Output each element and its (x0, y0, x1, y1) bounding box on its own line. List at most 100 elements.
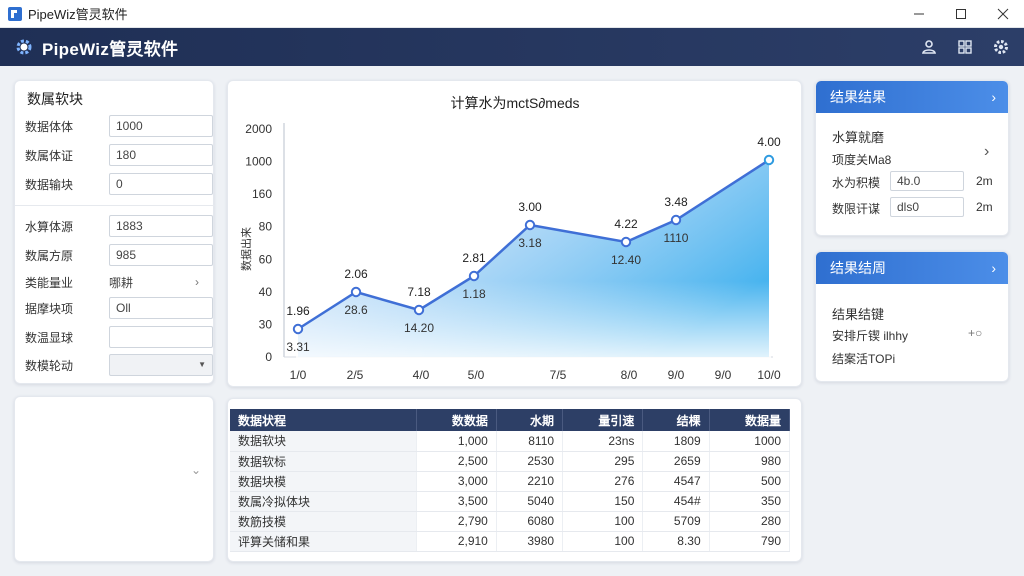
data-point[interactable] (620, 236, 632, 248)
result-line: 结案活TOPi (832, 352, 896, 366)
param-row-link[interactable]: 类能量业 哪耕 › (25, 271, 207, 293)
minimize-button[interactable] (898, 0, 940, 28)
data-label-upper: 4.22 (614, 217, 638, 231)
x-tick-label: 2/5 (347, 368, 364, 382)
table-row[interactable]: 数筋技模 2,790 6080 100 5709 280 (230, 511, 791, 532)
result-unit: 2m (976, 174, 993, 188)
table-cell: 2530 (496, 451, 564, 472)
data-label-upper: 2.81 (462, 251, 486, 265)
column-header[interactable]: 数数据 (416, 409, 497, 431)
gear-logo-icon (16, 39, 32, 55)
param-input[interactable]: 1883 (109, 215, 213, 237)
param-row: 数属体证 180 (25, 144, 213, 166)
table-cell: 100 (562, 531, 644, 552)
param-label: 数属方原 (25, 248, 74, 263)
param-value: 哪耕 (109, 275, 134, 290)
data-label-upper: 7.18 (407, 285, 431, 299)
param-input[interactable]: 1000 (109, 115, 213, 137)
table-cell: 数据软标 (230, 451, 417, 472)
column-header[interactable]: 数据量 (709, 409, 791, 431)
chart-ylabel: 数据出来 (239, 227, 253, 271)
table-cell: 4547 (642, 471, 710, 492)
table-cell: 295 (562, 451, 644, 472)
param-row: 数属方原 985 (25, 244, 213, 266)
result-field-label: 数限讦谋 (832, 202, 881, 216)
table-row[interactable]: 数据块模 3,000 2210 276 4547 500 (230, 471, 791, 492)
data-point[interactable] (468, 270, 480, 282)
data-label-lower: 28.6 (344, 303, 368, 317)
table-cell: 454# (642, 491, 710, 512)
table-row[interactable]: 评算关储和果 2,910 3980 100 8.30 790 (230, 531, 791, 552)
param-input[interactable] (109, 326, 213, 348)
add-toggle-icon[interactable]: +○ (968, 326, 982, 340)
settings-button[interactable] (992, 38, 1010, 56)
param-label: 数模轮动 (25, 358, 74, 373)
param-input[interactable]: 180 (109, 144, 213, 166)
y-tick-label: 160 (252, 187, 272, 201)
table-cell: 数据块模 (230, 471, 417, 492)
param-row: 数据输块 0 (25, 173, 213, 195)
table-cell: 276 (562, 471, 644, 492)
close-button[interactable] (982, 0, 1024, 28)
user-button[interactable] (920, 38, 938, 56)
result-card-2-header[interactable]: 结果结周 › (816, 252, 1008, 284)
window-titlebar: PipeWiz管灵软件 (0, 0, 1024, 28)
grid-button[interactable] (956, 38, 974, 56)
column-header[interactable]: 量引速 (562, 409, 644, 431)
param-label: 据摩块项 (25, 301, 74, 316)
table-cell: 数据软块 (230, 431, 417, 452)
table-cell: 980 (709, 451, 791, 472)
data-label-upper: 3.00 (518, 200, 542, 214)
y-tick-label: 60 (259, 252, 273, 266)
param-row: 据摩块项 Oll (25, 297, 213, 319)
result-field-label: 水为积模 (832, 176, 881, 190)
table-row[interactable]: 数据软标 2,500 2530 295 2659 980 (230, 451, 791, 472)
data-point[interactable] (524, 219, 536, 231)
parameters-panel: 数属软块 数据体体 1000 数属体证 180 数据输块 0 水算体源 1883… (14, 80, 215, 384)
table-cell: 3,000 (416, 471, 497, 492)
param-label: 数据体体 (25, 119, 74, 134)
data-point[interactable] (763, 154, 775, 166)
data-table: 数据状程 数数据 水期 量引速 结棵 数据量 数据软块 1,000 8110 2… (230, 409, 791, 552)
column-header[interactable]: 水期 (496, 409, 564, 431)
column-header[interactable]: 结棵 (642, 409, 710, 431)
data-point[interactable] (350, 286, 362, 298)
x-tick-label: 9/0 (668, 368, 685, 382)
result-card-1-header[interactable]: 结果结果 › (816, 81, 1008, 113)
data-point[interactable] (292, 323, 304, 335)
table-row[interactable]: 数据软块 1,000 8110 23ns 1809 1000 (230, 431, 791, 452)
table-cell: 数筋技模 (230, 511, 417, 532)
param-input[interactable]: 0 (109, 173, 213, 195)
grid-icon (958, 40, 972, 54)
param-label: 数温显球 (25, 330, 74, 345)
column-header[interactable]: 数据状程 (230, 409, 417, 431)
table-cell: 评算关储和果 (230, 531, 417, 552)
param-label: 数属体证 (25, 148, 74, 163)
param-label: 水算体源 (25, 219, 74, 234)
param-input[interactable]: 985 (109, 244, 213, 266)
result-line: 项度关Ma8 (832, 153, 892, 167)
data-label-upper: 2.06 (344, 267, 368, 281)
data-label-lower: 3.18 (518, 236, 542, 250)
param-select[interactable]: ▼ (109, 354, 213, 376)
result-card-2: 结果结周 › 结果结键 安排斤锲 ilhhy +○ 结案活TOPi (815, 251, 1009, 382)
table-cell: 790 (709, 531, 791, 552)
chevron-right-icon[interactable]: › (984, 143, 989, 161)
x-tick-label: 1/0 (290, 368, 307, 382)
maximize-button[interactable] (940, 0, 982, 28)
result-line: 结果结键 (832, 307, 885, 322)
table-row[interactable]: 数属冷拟体块 3,500 5040 150 454# 350 (230, 491, 791, 512)
chart-title: 计算水为mctS∂meds (450, 95, 579, 111)
data-point[interactable] (413, 304, 425, 316)
chevron-down-icon[interactable]: ⌄ (191, 463, 201, 477)
result-field[interactable]: 4b.0 (890, 171, 964, 191)
param-row: 水算体源 1883 (25, 215, 213, 237)
table-cell: 350 (709, 491, 791, 512)
result-card-1-title: 结果结果 (830, 89, 886, 105)
chevron-right-icon: › (991, 260, 996, 276)
x-tick-label: 4/0 (413, 368, 430, 382)
param-input[interactable]: Oll (109, 297, 213, 319)
x-tick-label: 10/0 (757, 368, 781, 382)
data-point[interactable] (670, 214, 682, 226)
result-field[interactable]: dls0 (890, 197, 964, 217)
